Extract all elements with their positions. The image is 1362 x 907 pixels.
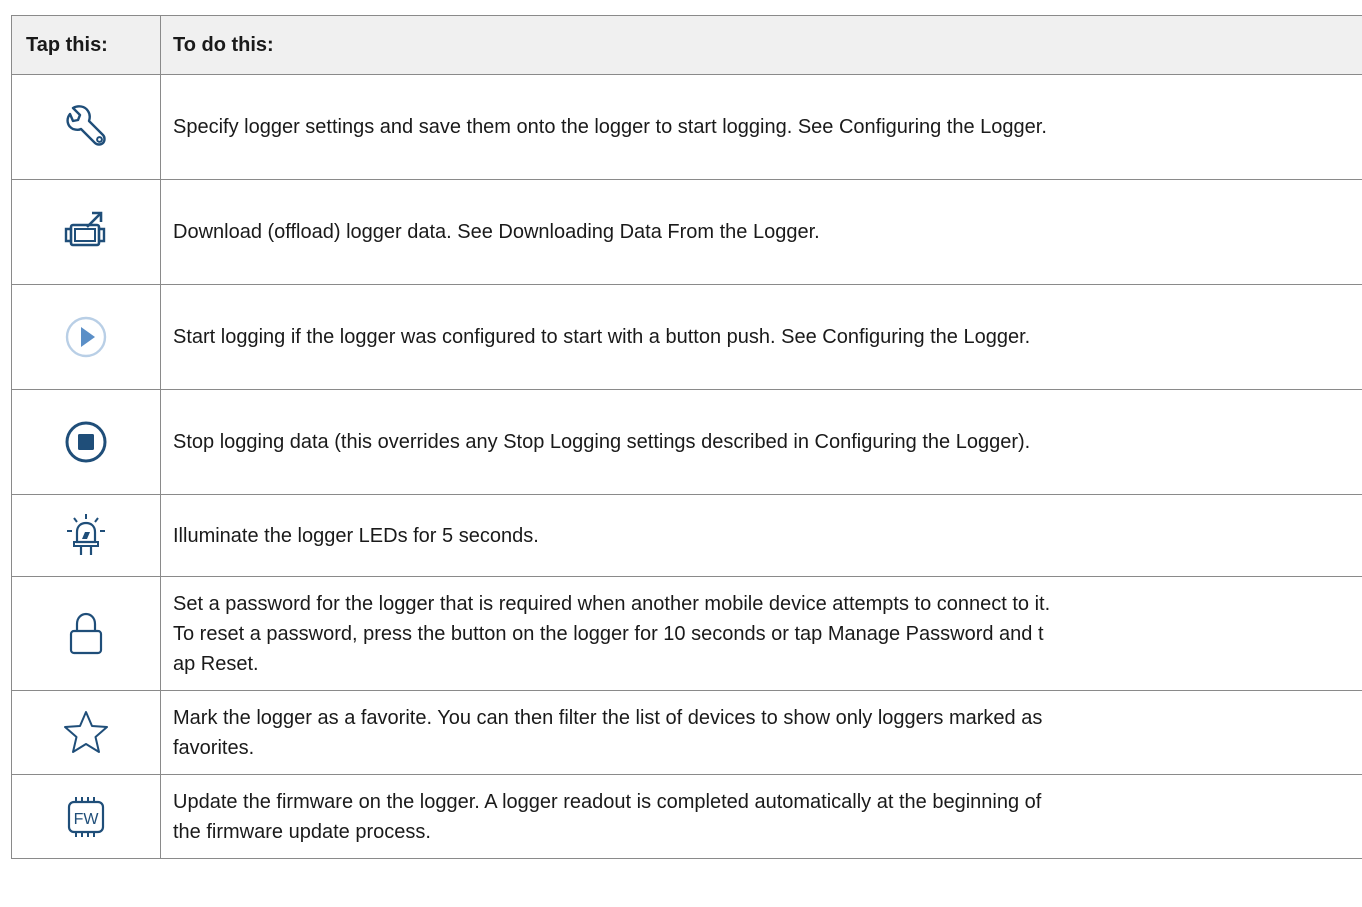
header-tap-this: Tap this: <box>11 15 161 75</box>
row-description: Set a password for the logger that is re… <box>160 576 1362 691</box>
table-row: FW Update the firmware on the logger. A … <box>11 774 1362 859</box>
table-header-row: Tap this: To do this: <box>11 15 1362 75</box>
led-icon[interactable] <box>61 511 111 561</box>
table-row: Mark the logger as a favorite. You can t… <box>11 690 1362 775</box>
table-row: Download (offload) logger data. See Down… <box>11 179 1362 285</box>
table-row: Set a password for the logger that is re… <box>11 576 1362 691</box>
actions-table: Tap this: To do this: Specify logger set… <box>11 15 1362 859</box>
header-to-do-this: To do this: <box>160 15 1362 75</box>
svg-text:FW: FW <box>74 811 100 828</box>
firmware-icon[interactable]: FW <box>61 792 111 842</box>
row-description: Start logging if the logger was configur… <box>160 284 1362 390</box>
table-row: Illuminate the logger LEDs for 5 seconds… <box>11 494 1362 577</box>
table-row: Start logging if the logger was configur… <box>11 284 1362 390</box>
wrench-icon[interactable] <box>61 102 111 152</box>
play-icon[interactable] <box>61 312 111 362</box>
stop-icon[interactable] <box>61 417 111 467</box>
row-description: Specify logger settings and save them on… <box>160 74 1362 180</box>
row-description: Stop logging data (this overrides any St… <box>160 389 1362 495</box>
row-description: Download (offload) logger data. See Down… <box>160 179 1362 285</box>
row-description: Illuminate the logger LEDs for 5 seconds… <box>160 494 1362 577</box>
row-description: Update the firmware on the logger. A log… <box>160 774 1362 859</box>
table-row: Specify logger settings and save them on… <box>11 74 1362 180</box>
lock-icon[interactable] <box>61 609 111 659</box>
star-icon[interactable] <box>61 708 111 758</box>
download-offload-icon[interactable] <box>61 207 111 257</box>
row-description: Mark the logger as a favorite. You can t… <box>160 690 1362 775</box>
table-row: Stop logging data (this overrides any St… <box>11 389 1362 495</box>
